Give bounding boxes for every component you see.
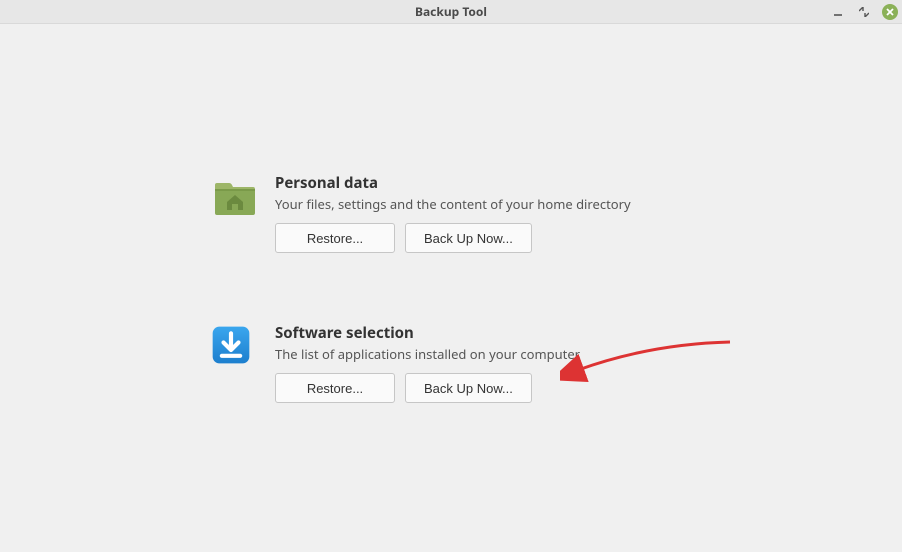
software-backup-button[interactable]: Back Up Now... <box>405 373 532 403</box>
personal-desc: Your files, settings and the content of … <box>275 195 691 213</box>
content: Personal data Your files, settings and t… <box>0 24 902 552</box>
software-buttons: Restore... Back Up Now... <box>275 373 691 403</box>
window-title: Backup Tool <box>415 3 487 20</box>
folder-home-icon <box>211 175 259 223</box>
titlebar: Backup Tool <box>0 0 902 24</box>
personal-buttons: Restore... Back Up Now... <box>275 223 691 253</box>
window-controls <box>830 0 898 24</box>
software-desc: The list of applications installed on yo… <box>275 345 691 363</box>
minimize-button[interactable] <box>830 4 846 20</box>
personal-restore-button[interactable]: Restore... <box>275 223 395 253</box>
software-title: Software selection <box>275 323 691 343</box>
section-personal-body: Personal data Your files, settings and t… <box>275 173 691 253</box>
maximize-button[interactable] <box>856 4 872 20</box>
section-software: Software selection The list of applicati… <box>211 323 691 403</box>
section-software-body: Software selection The list of applicati… <box>275 323 691 403</box>
section-personal-data: Personal data Your files, settings and t… <box>211 173 691 253</box>
software-restore-button[interactable]: Restore... <box>275 373 395 403</box>
close-button[interactable] <box>882 4 898 20</box>
download-icon <box>211 325 259 373</box>
personal-title: Personal data <box>275 173 691 193</box>
personal-backup-button[interactable]: Back Up Now... <box>405 223 532 253</box>
